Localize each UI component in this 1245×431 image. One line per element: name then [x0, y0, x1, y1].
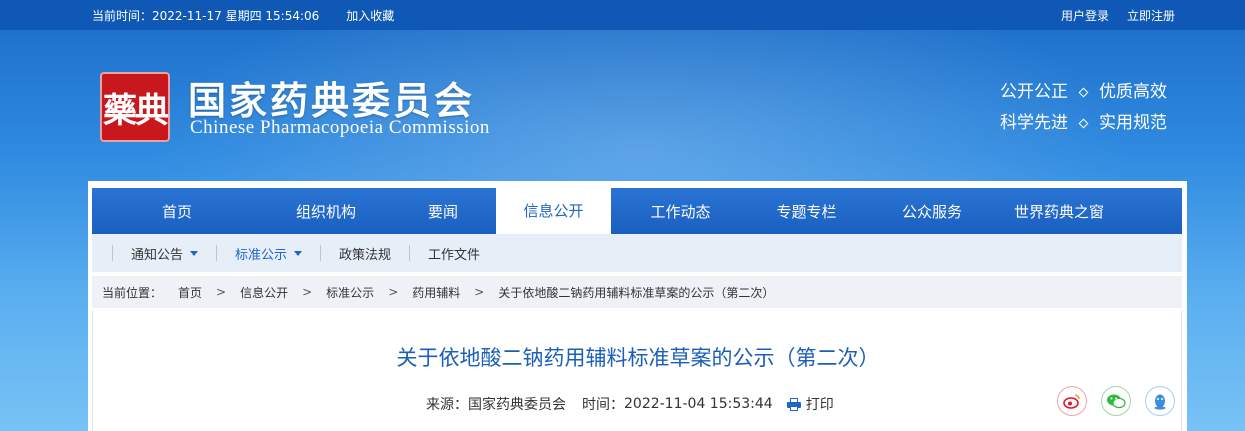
diamond-icon: [1078, 87, 1089, 98]
print-label: 打印: [805, 397, 834, 413]
datetime-label: 当前时间：: [92, 8, 153, 23]
breadcrumb: 当前位置： 首页 > 信息公开 > 标准公示 > 药用辅料 > 关于依地酸二钠药…: [92, 276, 1182, 308]
breadcrumb-label: 当前位置：: [102, 285, 163, 300]
source-label: 来源：: [426, 397, 468, 413]
logo-seal-icon[interactable]: 藥典: [100, 72, 170, 142]
main-nav: 首页 组织机构 要闻 信息公开 工作动态 专题专栏 公众服务 世界药典之窗: [92, 186, 1182, 234]
add-favorite-link[interactable]: 加入收藏: [346, 7, 394, 24]
nav-item-organization[interactable]: 组织机构: [262, 188, 390, 234]
current-datetime: 2022-11-17 星期四 15:54:06: [152, 8, 320, 23]
breadcrumb-separator: >: [302, 285, 313, 299]
slogan-text: 科学先进: [1000, 113, 1068, 133]
sub-nav: 通知公告 标准公示 政策法规 工作文件: [92, 234, 1182, 272]
nav-item-public-service[interactable]: 公众服务: [863, 188, 1001, 234]
print-button[interactable]: 打印: [786, 394, 834, 414]
nav-item-world-pharmacopoeia[interactable]: 世界药典之窗: [1001, 188, 1117, 234]
wechat-icon[interactable]: [1101, 386, 1131, 416]
nav-item-news[interactable]: 要闻: [390, 188, 496, 234]
time-label: 时间：: [582, 397, 624, 413]
nav-item-info-disclosure[interactable]: 信息公开: [496, 186, 611, 234]
nav-item-home[interactable]: 首页: [92, 188, 262, 234]
register-link[interactable]: 立即注册: [1127, 7, 1175, 24]
subnav-item-work-documents[interactable]: 工作文件: [410, 244, 498, 263]
article: 关于依地酸二钠药用辅料标准草案的公示（第二次） 来源： 国家药典委员会 时间： …: [92, 310, 1182, 431]
nav-item-work-updates[interactable]: 工作动态: [611, 188, 750, 234]
slogan-text: 公开公正: [1000, 82, 1068, 102]
breadcrumb-home[interactable]: 首页: [178, 284, 202, 301]
breadcrumb-separator: >: [388, 285, 399, 299]
breadcrumb-standard-publicity[interactable]: 标准公示: [326, 284, 374, 301]
logo-since-text: ChP Since 1950: [107, 134, 165, 142]
subnav-label: 工作文件: [428, 247, 481, 263]
slogan-text: 优质高效: [1099, 82, 1167, 102]
breadcrumb-separator: >: [474, 285, 485, 299]
subnav-item-notices[interactable]: 通知公告: [113, 244, 216, 263]
subnav-label: 政策法规: [339, 247, 392, 263]
site-title-en: Chinese Pharmacopoeia Commission: [190, 117, 490, 138]
article-time: 2022-11-04 15:53:44: [624, 396, 773, 412]
slogan: 公开公正 优质高效 科学先进 实用规范: [1000, 77, 1167, 139]
subnav-item-policies[interactable]: 政策法规: [321, 244, 409, 263]
qq-icon[interactable]: [1145, 386, 1175, 416]
diamond-icon: [1078, 118, 1089, 129]
subnav-label: 通知公告: [131, 247, 184, 263]
breadcrumb-info-disclosure[interactable]: 信息公开: [240, 284, 288, 301]
slogan-text: 实用规范: [1099, 113, 1167, 133]
caret-down-icon: [294, 250, 303, 256]
article-title: 关于依地酸二钠药用辅料标准草案的公示（第二次）: [396, 346, 880, 370]
caret-down-icon: [190, 250, 199, 256]
subnav-item-standard-publicity[interactable]: 标准公示: [217, 244, 320, 263]
top-bar: 当前时间： 2022-11-17 星期四 15:54:06 加入收藏 用户登录 …: [0, 0, 1245, 30]
article-source: 国家药典委员会: [468, 397, 566, 413]
nav-item-special-topics[interactable]: 专题专栏: [750, 188, 863, 234]
login-link[interactable]: 用户登录: [1061, 7, 1109, 24]
subnav-label: 标准公示: [235, 247, 288, 263]
printer-icon: [786, 397, 801, 411]
weibo-icon[interactable]: [1057, 386, 1087, 416]
article-meta: 来源： 国家药典委员会 时间： 2022-11-04 15:53:44 打印: [426, 394, 834, 414]
breadcrumb-current[interactable]: 关于依地酸二钠药用辅料标准草案的公示（第二次）: [498, 284, 774, 301]
breadcrumb-separator: >: [216, 285, 227, 299]
breadcrumb-excipients[interactable]: 药用辅料: [412, 284, 460, 301]
